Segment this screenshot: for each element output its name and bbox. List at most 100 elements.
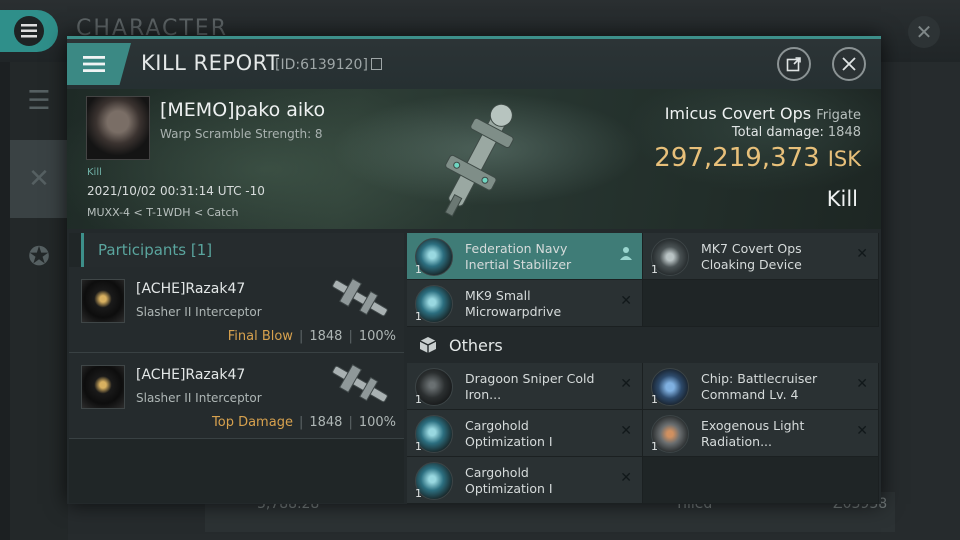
- participant-ship-image: [332, 364, 388, 403]
- item-name-line1: Federation Navy: [465, 241, 568, 256]
- item-slot[interactable]: 1 Dragoon Sniper Cold Iron... ✕: [407, 363, 643, 410]
- isk-amount: 297,219,373: [654, 143, 820, 173]
- participant-avatar[interactable]: [81, 279, 125, 323]
- kill-type-tag: Kill: [87, 167, 102, 178]
- item-quantity: 1: [651, 440, 658, 453]
- warp-scramble-strength: Warp Scramble Strength: 8: [160, 127, 323, 141]
- item-name: Cargohold Optimization I: [465, 418, 605, 450]
- item-name-line2: Optimization I: [465, 434, 553, 449]
- participants-header[interactable]: Participants [1]: [81, 233, 404, 267]
- item-name: Cargohold Optimization I: [465, 465, 605, 497]
- item-name-line1: MK7 Covert Ops: [701, 241, 802, 256]
- item-slot[interactable]: 1 MK7 Covert Ops Cloaking Device ✕: [643, 233, 879, 280]
- item-name-line2: Microwarpdrive: [465, 304, 562, 319]
- ship-class: Frigate: [816, 108, 861, 123]
- item-quantity: 1: [415, 310, 422, 323]
- item-name-line2: Iron...: [465, 387, 502, 402]
- item-name-line2: Radiation...: [701, 434, 773, 449]
- list-icon[interactable]: ☰: [10, 62, 68, 140]
- others-label: Others: [449, 335, 503, 355]
- close-icon: [842, 57, 856, 71]
- victim-name[interactable]: [MEMO]pako aiko: [160, 99, 325, 121]
- destroyed-icon: ✕: [856, 246, 868, 262]
- item-slot[interactable]: 1 Federation Navy Inertial Stabilizer: [407, 233, 643, 280]
- participant-damage: 1848: [309, 329, 343, 344]
- victim-summary: [MEMO]pako aiko Warp Scramble Strength: …: [67, 89, 881, 229]
- participants-panel: Participants [1] [ACHE]Razak47 Slasher I…: [69, 233, 404, 503]
- destroyed-icon: ✕: [620, 470, 632, 486]
- kill-id[interactable]: [ID:6139120]: [275, 57, 382, 73]
- item-name: MK7 Covert Ops Cloaking Device: [701, 241, 841, 273]
- participant-damage: 1848: [309, 415, 343, 430]
- item-name-line2: Optimization I: [465, 481, 553, 496]
- destroyed-icon: ✕: [620, 376, 632, 392]
- menu-icon: [14, 16, 44, 46]
- external-link-icon: [786, 57, 801, 72]
- item-quantity: 1: [415, 440, 422, 453]
- item-quantity: 1: [415, 263, 422, 276]
- participant-avatar[interactable]: [81, 365, 125, 409]
- combat-icon[interactable]: ✕: [10, 140, 68, 218]
- item-quantity: 1: [415, 487, 422, 500]
- item-name-line1: Cargohold: [465, 418, 529, 433]
- modal-title: KILL REPORT: [141, 51, 280, 75]
- kill-datetime: 2021/10/02 00:31:14 UTC -10: [87, 184, 265, 198]
- victim-portrait[interactable]: [86, 96, 150, 160]
- participant-name: [ACHE]Razak47: [136, 367, 246, 383]
- victim-ship-name[interactable]: Imicus Covert Ops Frigate: [665, 104, 861, 123]
- isk-unit: ISK: [827, 147, 861, 171]
- item-name-line1: Cargohold: [465, 465, 529, 480]
- participant-name: [ACHE]Razak47: [136, 281, 246, 297]
- item-name-line1: Exogenous Light: [701, 418, 805, 433]
- background-close-icon[interactable]: ✕: [908, 16, 940, 48]
- item-name: MK9 Small Microwarpdrive: [465, 288, 605, 320]
- item-quantity: 1: [415, 393, 422, 406]
- stat-divider: |: [348, 329, 353, 344]
- stat-divider: |: [348, 415, 353, 430]
- item-slot[interactable]: 1 Exogenous Light Radiation... ✕: [643, 410, 879, 457]
- victim-ship-image[interactable]: [422, 89, 532, 229]
- other-items-grid: 1 Dragoon Sniper Cold Iron... ✕ 1 Chip: …: [407, 363, 879, 504]
- dropped-items-panel: 1 Federation Navy Inertial Stabilizer 1 …: [407, 233, 879, 504]
- participant-ship-image: [332, 278, 388, 317]
- isk-value: 297,219,373 ISK: [654, 143, 861, 173]
- star-icon[interactable]: ✪: [10, 218, 68, 296]
- item-slot[interactable]: 1 Cargohold Optimization I ✕: [407, 457, 643, 504]
- kill-report-modal: KILL REPORT [ID:6139120] [MEMO]pako aiko…: [67, 36, 881, 504]
- final-blow-tag: Final Blow: [227, 329, 293, 344]
- item-slot[interactable]: 1 MK9 Small Microwarpdrive ✕: [407, 280, 643, 327]
- item-name-line1: Dragoon Sniper Cold: [465, 371, 595, 386]
- cube-icon: [419, 337, 437, 353]
- participant-row[interactable]: [ACHE]Razak47 Slasher II Interceptor Fin…: [69, 267, 404, 353]
- ship-name-text: Imicus Covert Ops: [664, 104, 812, 123]
- item-name-line1: MK9 Small: [465, 288, 531, 303]
- destroyed-icon: ✕: [620, 423, 632, 439]
- participant-ship: Slasher II Interceptor: [136, 305, 262, 319]
- empty-slot: [643, 457, 879, 504]
- modal-menu-button[interactable]: [67, 43, 131, 85]
- others-section-header[interactable]: Others: [407, 327, 879, 363]
- item-name-line1: Chip: Battlecruiser: [701, 371, 818, 386]
- background-menu-button[interactable]: [0, 10, 58, 52]
- item-name: Dragoon Sniper Cold Iron...: [465, 371, 605, 403]
- item-name: Federation Navy Inertial Stabilizer: [465, 241, 605, 273]
- item-slot[interactable]: 1 Chip: Battlecruiser Command Lv. 4 ✕: [643, 363, 879, 410]
- item-name-line2: Inertial Stabilizer: [465, 257, 572, 272]
- participant-row[interactable]: [ACHE]Razak47 Slasher II Interceptor Top…: [69, 353, 404, 439]
- kill-result: Kill: [826, 187, 858, 211]
- share-button[interactable]: [777, 47, 811, 81]
- copy-icon[interactable]: [370, 58, 382, 70]
- item-quantity: 1: [651, 263, 658, 276]
- kill-location: MUXX-4 < T-1WDH < Catch: [87, 206, 239, 219]
- item-name-line2: Cloaking Device: [701, 257, 802, 272]
- item-name-line2: Command Lv. 4: [701, 387, 799, 402]
- close-button[interactable]: [832, 47, 866, 81]
- item-name: Chip: Battlecruiser Command Lv. 4: [701, 371, 841, 403]
- participant-stats: Final Blow | 1848 | 100%: [228, 329, 396, 344]
- item-slot[interactable]: 1 Cargohold Optimization I ✕: [407, 410, 643, 457]
- destroyed-icon: ✕: [856, 376, 868, 392]
- fitted-items-grid: 1 Federation Navy Inertial Stabilizer 1 …: [407, 233, 879, 327]
- stat-divider: |: [298, 415, 304, 430]
- stat-divider: |: [298, 329, 304, 344]
- person-icon: [620, 246, 632, 264]
